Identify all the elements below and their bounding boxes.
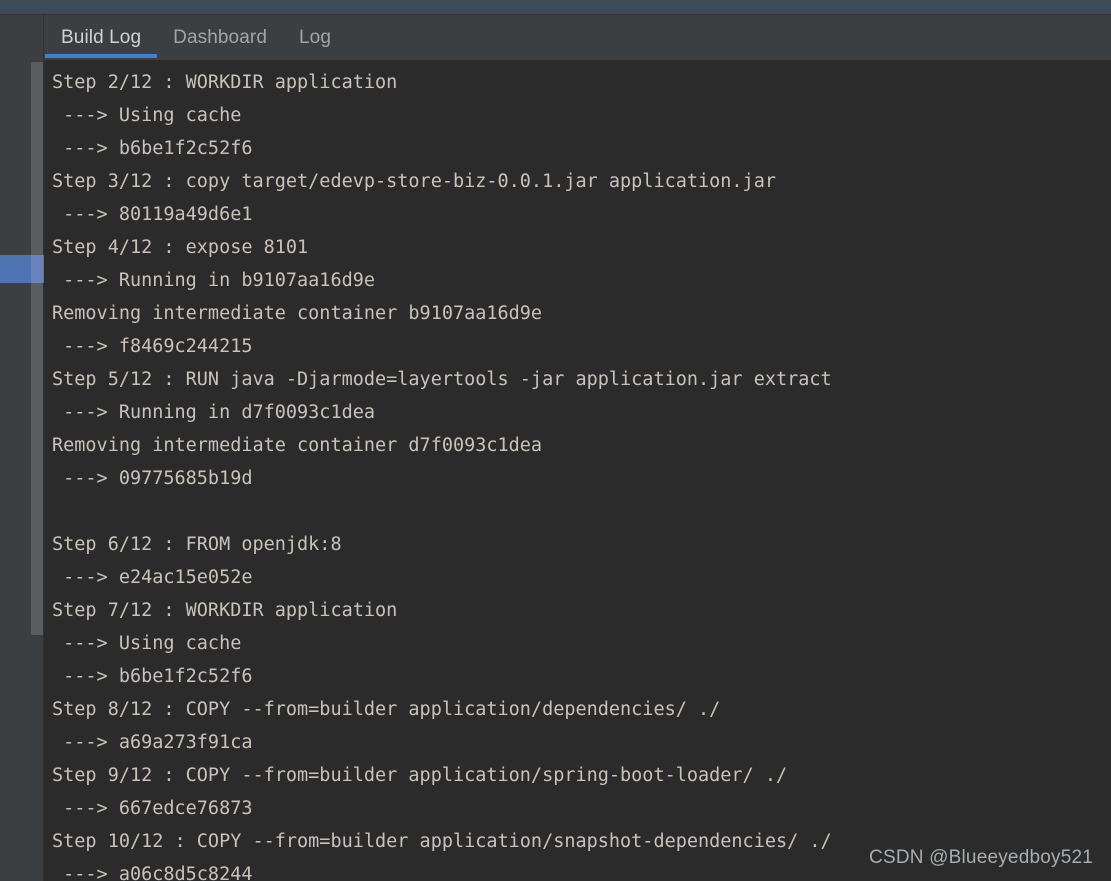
log-line: Step 8/12 : COPY --from=builder applicat… xyxy=(52,699,721,720)
editor-left-gutter xyxy=(0,60,44,881)
tab-label: Log xyxy=(299,27,332,48)
change-marker-scrollbar-overlay[interactable] xyxy=(31,255,43,283)
tab-label: Dashboard xyxy=(173,27,267,48)
log-line: ---> 667edce76873 xyxy=(52,798,253,819)
build-log-lines: Step 2/12 : WORKDIR application ---> Usi… xyxy=(45,66,1111,881)
log-line: ---> Using cache xyxy=(52,633,242,654)
log-line: Step 5/12 : RUN java -Djarmode=layertool… xyxy=(52,369,832,390)
tab-log[interactable]: Log xyxy=(283,15,347,61)
tab-strip: Build Log Dashboard Log xyxy=(45,15,347,61)
log-line: ---> 80119a49d6e1 xyxy=(52,204,253,225)
log-line: Step 10/12 : COPY --from=builder applica… xyxy=(52,831,832,852)
log-line: Step 3/12 : copy target/edevp-store-biz-… xyxy=(52,171,776,192)
tab-dashboard[interactable]: Dashboard xyxy=(157,15,283,61)
active-tab-underline xyxy=(45,54,158,58)
log-line: ---> Running in b9107aa16d9e xyxy=(52,270,376,291)
log-line: ---> f8469c244215 xyxy=(52,336,253,357)
log-line: Step 7/12 : WORKDIR application xyxy=(52,600,398,621)
log-line: Step 4/12 : expose 8101 xyxy=(52,237,309,258)
tab-label: Build Log xyxy=(61,27,142,48)
tab-bar-gutter-spacer xyxy=(0,15,44,61)
log-line: ---> b6be1f2c52f6 xyxy=(52,666,253,687)
tab-build-log[interactable]: Build Log xyxy=(45,15,158,61)
log-line: Removing intermediate container d7f0093c… xyxy=(52,435,543,456)
log-line: Step 9/12 : COPY --from=builder applicat… xyxy=(52,765,788,786)
log-line: ---> b6be1f2c52f6 xyxy=(52,138,253,159)
build-log-console[interactable]: Step 2/12 : WORKDIR application ---> Usi… xyxy=(45,60,1111,881)
log-line: ---> e24ac15e052e xyxy=(52,567,253,588)
log-line: ---> a06c8d5c8244 xyxy=(52,864,253,881)
log-line: Removing intermediate container b9107aa1… xyxy=(52,303,543,324)
log-line: ---> Using cache xyxy=(52,105,242,126)
log-line: ---> 09775685b19d xyxy=(52,468,253,489)
window-title-bar xyxy=(0,0,1111,14)
tab-bar: Build Log Dashboard Log xyxy=(0,14,1111,61)
log-line: ---> Running in d7f0093c1dea xyxy=(52,402,376,423)
log-line: Step 2/12 : WORKDIR application xyxy=(52,72,398,93)
log-line: ---> a69a273f91ca xyxy=(52,732,253,753)
log-line: Step 6/12 : FROM openjdk:8 xyxy=(52,534,342,555)
vertical-scrollbar-thumb[interactable] xyxy=(31,62,43,635)
